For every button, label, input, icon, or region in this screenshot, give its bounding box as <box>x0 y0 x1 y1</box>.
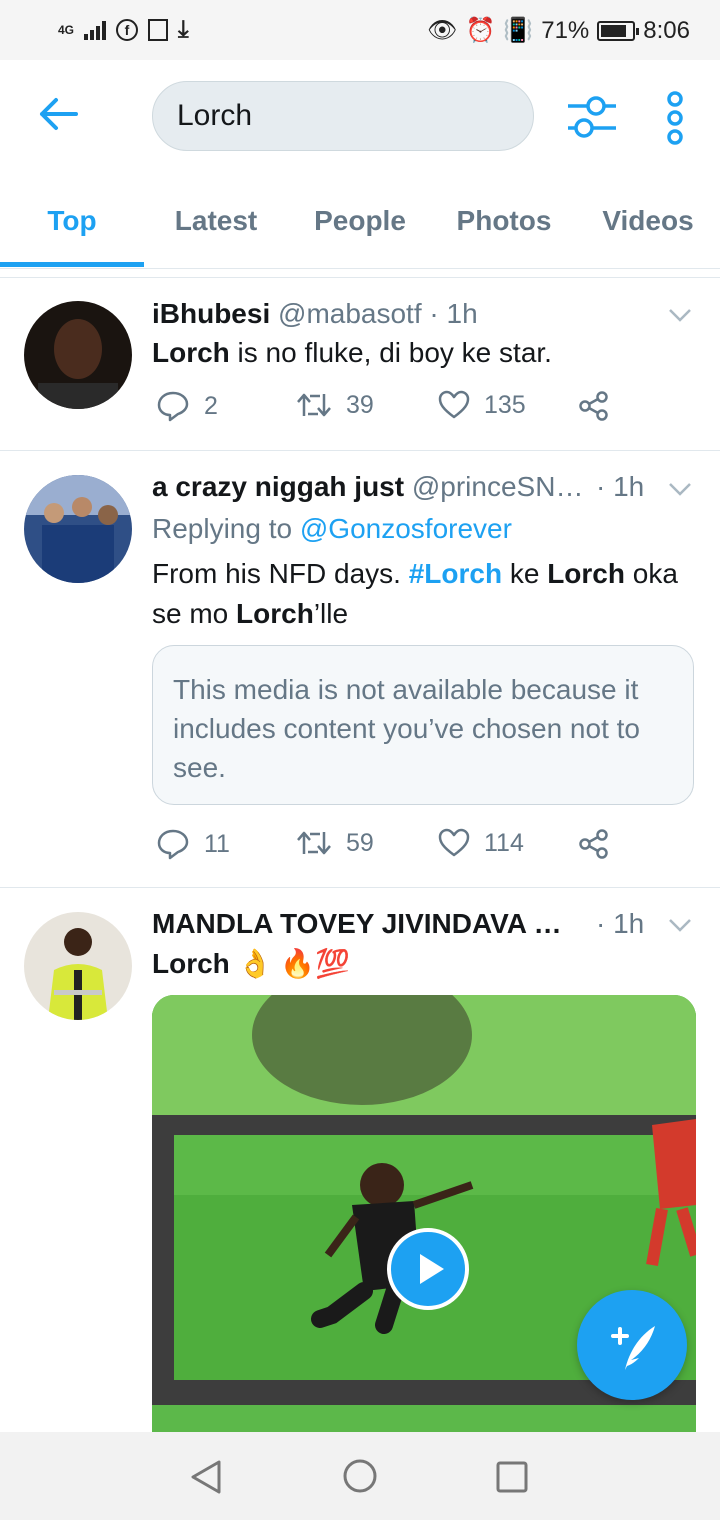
emoji: 👌 🔥💯 <box>237 948 350 979</box>
compose-tweet-button[interactable] <box>577 1290 687 1400</box>
reply-count: 11 <box>204 829 230 858</box>
tweet-text: Lorch is no fluke, di boy ke star. <box>152 337 552 368</box>
retweet-icon <box>297 831 331 855</box>
play-icon <box>420 1254 444 1284</box>
status-bar: 4G f ⤓ 👁 ⏰ 📳 71% 8:06 <box>0 0 720 60</box>
retweet-button[interactable]: 59 <box>296 828 374 858</box>
reply-button[interactable]: 11 <box>156 828 230 860</box>
active-tab-indicator <box>0 262 144 267</box>
replied-user-link[interactable]: @Gonzosforever <box>300 513 512 544</box>
vibrate-icon: 📳 <box>503 17 534 44</box>
eye-comfort-icon: 👁 <box>426 17 458 44</box>
avatar[interactable] <box>24 301 132 409</box>
retweet-count: 59 <box>346 828 374 857</box>
retweet-icon <box>297 393 331 417</box>
hashtag-link[interactable]: #Lorch <box>409 558 502 589</box>
heart-icon <box>438 828 470 857</box>
share-icon <box>579 391 608 421</box>
heart-icon <box>438 390 470 419</box>
tweet-time: · 1h <box>596 471 645 502</box>
replying-to: Replying to @Gonzosforever <box>152 513 512 544</box>
share-button[interactable] <box>578 828 610 860</box>
search-input[interactable]: Lorch <box>152 81 534 151</box>
overflow-menu-icon[interactable] <box>660 90 690 146</box>
search-filter-icon[interactable] <box>566 92 618 142</box>
author-name[interactable]: iBhubesi <box>152 298 270 329</box>
reply-icon <box>157 829 189 860</box>
reply-button[interactable]: 2 <box>156 390 218 422</box>
tweet-actions: 11 59 114 <box>156 828 626 868</box>
tweet[interactable]: iBhubesi @mabasotf · 1h Lorch is no fluk… <box>0 278 720 451</box>
author-name[interactable]: a crazy niggah just <box>152 471 404 502</box>
author-handle: @mabasotf <box>278 298 422 329</box>
search-tabs: Top Latest People Photos Videos <box>0 170 720 269</box>
nav-back-icon[interactable] <box>189 1459 223 1495</box>
retweet-count: 39 <box>346 390 374 419</box>
chevron-down-icon[interactable] <box>668 482 692 496</box>
like-count: 135 <box>484 390 526 419</box>
back-arrow-icon[interactable] <box>36 92 80 136</box>
tab-photos[interactable]: Photos <box>432 170 576 268</box>
tweet[interactable]: a crazy niggah just @princeSN… · 1h Repl… <box>0 451 720 888</box>
like-button[interactable]: 114 <box>438 828 524 858</box>
like-button[interactable]: 135 <box>438 390 526 420</box>
share-button[interactable] <box>578 390 610 422</box>
alarm-icon: ⏰ <box>465 17 496 44</box>
avatar[interactable] <box>24 912 132 1020</box>
signal-icon <box>84 20 107 40</box>
author-handle: @princeSN… <box>411 471 584 502</box>
author-name[interactable]: MANDLA TOVEY JIVINDAVA … <box>152 908 562 939</box>
chevron-down-icon[interactable] <box>668 918 692 932</box>
tab-videos[interactable]: Videos <box>576 170 720 268</box>
news-notification-icon <box>148 19 169 41</box>
clock: 8:06 <box>643 16 690 44</box>
play-button[interactable] <box>387 1228 469 1310</box>
tweet-time: · 1h <box>596 908 645 939</box>
tab-top[interactable]: Top <box>0 170 144 268</box>
tweet-text: From his NFD days. #Lorch ke Lorch oka s… <box>152 558 678 629</box>
nav-home-icon[interactable] <box>342 1458 378 1494</box>
download-icon: ⤓ <box>178 16 189 43</box>
reply-count: 2 <box>204 391 218 420</box>
system-navigation-bar <box>0 1432 720 1520</box>
avatar[interactable] <box>24 475 132 583</box>
network-type-indicator: 4G <box>58 22 75 37</box>
tweet-actions: 2 39 135 <box>156 390 626 430</box>
media-unavailable-notice: This media is not available because it i… <box>152 645 694 805</box>
tweet-text: Lorch 👌 🔥💯 <box>152 948 350 979</box>
reply-icon <box>157 391 189 422</box>
like-count: 114 <box>484 828 524 857</box>
facebook-notification-icon: f <box>116 19 139 41</box>
tab-people[interactable]: People <box>288 170 432 268</box>
retweet-button[interactable]: 39 <box>296 390 374 420</box>
chevron-down-icon[interactable] <box>668 308 692 322</box>
compose-feather-icon <box>611 1326 655 1370</box>
tab-latest[interactable]: Latest <box>144 170 288 268</box>
battery-percent: 71% <box>541 16 590 44</box>
tweet-time: · 1h <box>429 298 478 329</box>
search-header: Lorch <box>0 60 720 170</box>
battery-icon <box>597 20 640 41</box>
nav-recents-icon[interactable] <box>495 1460 529 1494</box>
share-icon <box>579 829 608 859</box>
